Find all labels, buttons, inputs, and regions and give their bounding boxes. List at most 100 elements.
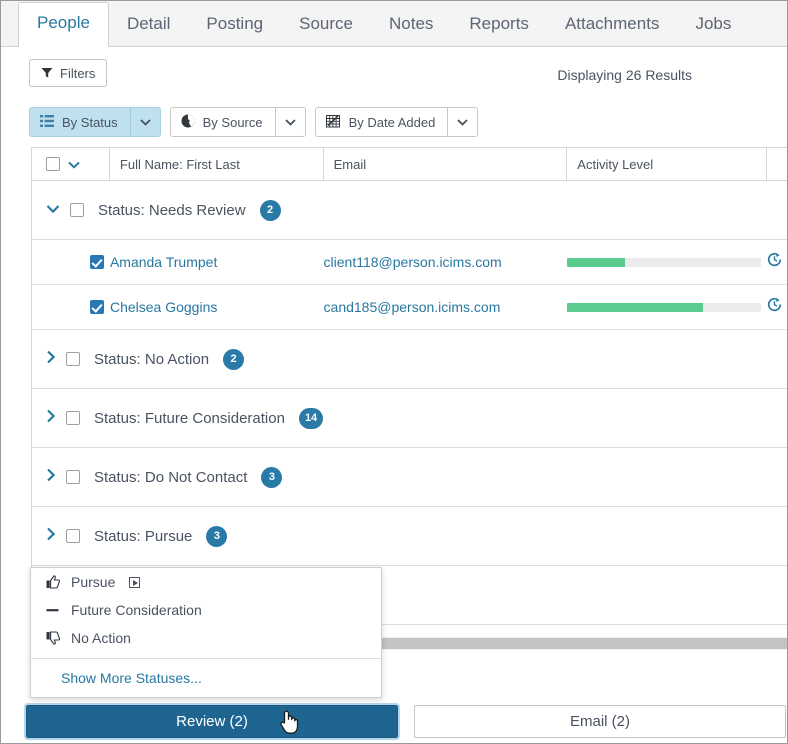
- sort-by-date-added-button[interactable]: By Date Added: [316, 108, 448, 136]
- row-name-text: Amanda Trumpet: [109, 254, 218, 270]
- sort-by-status-label: By Status: [62, 114, 118, 130]
- table-header-row: Full Name: First Last Email Activity Lev…: [32, 147, 787, 181]
- activity-bar-track: [567, 302, 762, 312]
- group-count-badge: 2: [259, 199, 281, 221]
- tab-label: Notes: [388, 14, 434, 33]
- group-row-no-action[interactable]: Status: No Action 2: [32, 330, 787, 389]
- sort-by-status-caret[interactable]: [129, 108, 160, 136]
- filters-button[interactable]: Filters: [29, 59, 108, 87]
- toolbar: Filters Displaying 26 Results: [1, 47, 787, 103]
- group-checkbox[interactable]: [66, 470, 80, 484]
- sort-by-status-button[interactable]: By Status: [30, 108, 130, 136]
- tab-detail[interactable]: Detail: [109, 3, 188, 47]
- review-button[interactable]: Review (2): [24, 703, 400, 740]
- table-row[interactable]: Chelsea Goggins cand185@person.icims.com: [32, 285, 787, 330]
- group-count-badge: 3: [206, 525, 228, 547]
- tab-label: Source: [299, 14, 353, 33]
- select-all-checkbox[interactable]: [46, 157, 60, 171]
- tab-label: Attachments: [564, 14, 660, 33]
- chevron-down-icon[interactable]: [68, 157, 80, 172]
- row-checkbox[interactable]: [90, 255, 104, 269]
- show-more-statuses-link[interactable]: Show More Statuses...: [31, 659, 381, 697]
- group-label: Status: Do Not Contact: [94, 468, 248, 486]
- table-row[interactable]: Amanda Trumpet client118@person.icims.co…: [32, 240, 787, 285]
- row-name-link[interactable]: Chelsea Goggins: [110, 285, 324, 330]
- email-button-label: Email (2): [569, 713, 630, 730]
- column-header-email[interactable]: Email: [324, 147, 568, 181]
- group-checkbox[interactable]: [70, 203, 84, 217]
- chevron-right-icon[interactable]: [46, 527, 56, 546]
- group-checkbox[interactable]: [66, 411, 80, 425]
- email-button[interactable]: Email (2): [414, 705, 786, 738]
- row-select-cell: [32, 240, 110, 285]
- group-row-future-consideration[interactable]: Status: Future Consideration 14: [32, 389, 787, 448]
- tab-label: Posting: [206, 14, 264, 33]
- row-email-text: client118@person.icims.com: [323, 254, 502, 270]
- tab-attachments[interactable]: Attachments: [547, 3, 678, 47]
- horizontal-scrollbar-thumb[interactable]: [382, 638, 787, 649]
- sort-by-source-label: By Source: [202, 114, 263, 130]
- sort-by-date-added-label: By Date Added: [348, 114, 436, 130]
- group-count-badge: 2: [223, 348, 245, 370]
- column-header-full-name[interactable]: Full Name: First Last: [110, 147, 324, 181]
- people-panel: People Detail Posting Source Notes Repor…: [0, 0, 788, 744]
- column-label: Full Name: First Last: [119, 156, 240, 172]
- tab-source[interactable]: Source: [281, 3, 371, 47]
- sort-by-source-group: By Source: [169, 107, 306, 137]
- column-label: Activity Level: [577, 156, 654, 172]
- sort-by-source-button[interactable]: By Source: [171, 108, 275, 136]
- tab-posting[interactable]: Posting: [188, 3, 281, 47]
- menu-item-no-action[interactable]: No Action: [31, 624, 381, 652]
- pie-chart-icon: [181, 114, 195, 131]
- row-history-cell[interactable]: [767, 240, 787, 285]
- menu-item-label: Pursue: [71, 574, 116, 590]
- column-label: Email: [333, 156, 367, 172]
- menu-item-future-consideration[interactable]: Future Consideration: [31, 596, 381, 624]
- sort-by-status-group: By Status: [29, 107, 161, 137]
- column-header-extra: [767, 148, 787, 181]
- select-all-header: [32, 147, 110, 181]
- tab-label: People: [37, 13, 90, 32]
- dash-icon: [45, 603, 61, 617]
- row-email-text: cand185@person.icims.com: [323, 299, 501, 315]
- activity-bar-fill: [567, 302, 703, 312]
- row-history-cell[interactable]: [767, 285, 787, 330]
- row-email-link[interactable]: cand185@person.icims.com: [324, 285, 568, 330]
- tab-reports[interactable]: Reports: [451, 3, 547, 47]
- tab-notes[interactable]: Notes: [371, 3, 451, 47]
- group-label: Status: No Action: [94, 350, 210, 368]
- group-checkbox[interactable]: [66, 529, 80, 543]
- review-button-label: Review (2): [176, 713, 248, 730]
- clock-history-icon: [767, 252, 782, 272]
- chevron-right-icon[interactable]: [46, 409, 56, 428]
- row-email-link[interactable]: client118@person.icims.com: [324, 240, 568, 285]
- chevron-down-icon: [284, 113, 296, 131]
- row-name-link[interactable]: Amanda Trumpet: [110, 240, 324, 285]
- activity-bar-fill: [567, 257, 626, 267]
- tab-jobs[interactable]: Jobs: [677, 3, 749, 47]
- chevron-right-icon[interactable]: [46, 468, 56, 487]
- sort-by-date-added-caret[interactable]: [447, 108, 477, 136]
- group-row-pursue[interactable]: Status: Pursue 3: [32, 507, 787, 566]
- sort-by-source-caret[interactable]: [274, 108, 305, 136]
- group-count-badge: 3: [261, 466, 283, 488]
- activity-bar-track: [567, 257, 762, 267]
- tab-people[interactable]: People: [18, 2, 109, 47]
- row-checkbox[interactable]: [90, 300, 104, 314]
- chevron-down-icon[interactable]: [46, 201, 60, 219]
- group-checkbox[interactable]: [66, 352, 80, 366]
- menu-item-pursue[interactable]: Pursue: [31, 568, 381, 596]
- chevron-right-icon[interactable]: [46, 350, 56, 369]
- column-header-activity-level[interactable]: Activity Level: [567, 147, 768, 181]
- menu-item-label: Future Consideration: [71, 602, 202, 618]
- list-icon: [40, 114, 54, 130]
- group-row-needs-review[interactable]: Status: Needs Review 2: [32, 181, 787, 240]
- sort-by-date-added-group: By Date Added: [314, 107, 479, 137]
- group-label: Status: Needs Review: [98, 201, 246, 219]
- tab-label: Reports: [469, 14, 529, 33]
- footer-actions: Review (2) Email (2): [1, 698, 787, 743]
- tab-label: Detail: [126, 14, 171, 33]
- group-row-do-not-contact[interactable]: Status: Do Not Contact 3: [32, 448, 787, 507]
- thumbs-down-icon: [45, 631, 61, 645]
- group-label: Status: Pursue: [94, 527, 193, 545]
